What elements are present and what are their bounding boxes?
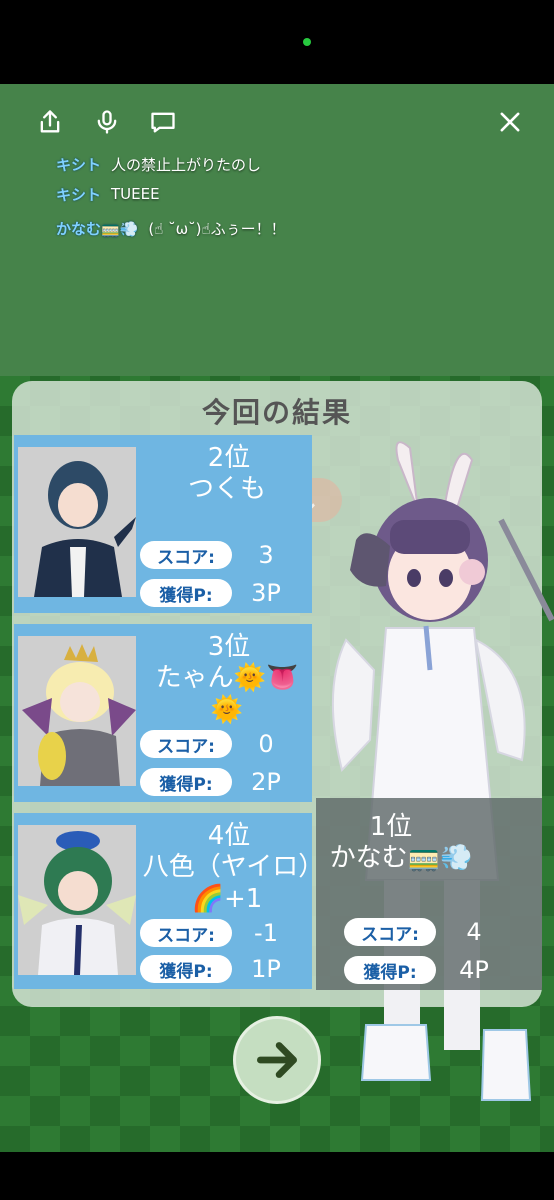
player-rank: 3位 xyxy=(207,632,251,662)
comment-text: TUEEE xyxy=(111,185,160,203)
winner-character-image xyxy=(331,441,554,1101)
share-icon[interactable] xyxy=(33,105,67,139)
comment-author: キシト xyxy=(56,155,102,174)
comment-row: キシト TUEEE xyxy=(56,182,160,206)
close-icon[interactable] xyxy=(493,105,527,139)
player-name: つくも xyxy=(187,474,266,504)
comment-row: かなむ🚃💨 (☝ ˘ω˘)☝ふぅー！！ xyxy=(56,216,286,240)
comment-author: キシト xyxy=(56,185,102,204)
microphone-icon[interactable] xyxy=(90,105,124,139)
results-title: 今回の結果 xyxy=(201,396,352,429)
points-label: 獲得P: xyxy=(140,955,232,983)
result-card-rank-4: 4位 八色（ヤイロ）🌈+1 スコア: -1 獲得P: 1P xyxy=(14,813,312,989)
status-bar xyxy=(0,0,554,84)
score-label: スコア: xyxy=(140,919,232,947)
next-button[interactable] xyxy=(233,1016,321,1104)
score-label: スコア: xyxy=(344,918,436,946)
comment-author: かなむ🚃💨 xyxy=(56,219,139,238)
player-portrait xyxy=(18,825,136,975)
points-value: 3P xyxy=(251,579,281,607)
comment-icon[interactable] xyxy=(146,105,180,139)
player-rank: 4位 xyxy=(207,821,251,851)
score-label: スコア: xyxy=(140,730,232,758)
result-card-rank-3: 3位 たゃん🌞👅🌞 スコア: 0 獲得P: 2P xyxy=(14,624,312,802)
score-value: 3 xyxy=(258,541,274,569)
result-card-rank-2: 2位 つくも スコア: 3 獲得P: 3P xyxy=(14,435,312,613)
score-value: 4 xyxy=(466,918,482,946)
result-card-rank-1: 1位 かなむ🚃💨 スコア: 4 獲得P: 4P xyxy=(316,798,542,990)
points-value: 2P xyxy=(251,768,281,796)
score-value: 0 xyxy=(258,730,274,758)
camera-indicator-icon xyxy=(303,38,311,46)
player-rank: 2位 xyxy=(207,443,251,473)
comment-text: 人の禁止上がりたのし xyxy=(111,155,262,174)
points-value: 4P xyxy=(459,956,489,984)
points-label: 獲得P: xyxy=(344,956,436,984)
player-portrait xyxy=(18,636,136,786)
arrow-right-icon xyxy=(257,1042,297,1078)
player-name: たゃん🌞👅🌞 xyxy=(155,663,299,725)
winner-name: かなむ🚃💨 xyxy=(329,843,473,873)
points-value: 1P xyxy=(251,955,281,983)
score-value: -1 xyxy=(254,919,278,947)
comment-text: (☝ ˘ω˘)☝ふぅー！！ xyxy=(148,219,286,238)
player-portrait xyxy=(18,447,136,597)
comment-row: キシト 人の禁止上がりたのし xyxy=(56,152,261,176)
navigation-bar xyxy=(0,1152,554,1200)
points-label: 獲得P: xyxy=(140,579,232,607)
player-name: 八色（ヤイロ）🌈+1 xyxy=(142,852,312,914)
points-label: 獲得P: xyxy=(140,768,232,796)
score-label: スコア: xyxy=(140,541,232,569)
winner-rank: 1位 xyxy=(369,812,413,842)
